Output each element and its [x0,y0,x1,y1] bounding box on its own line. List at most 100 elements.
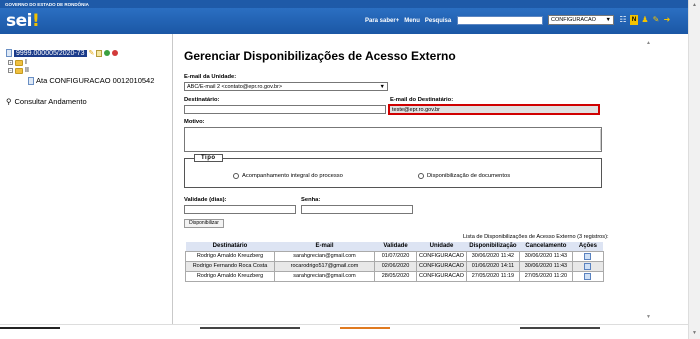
radio-disponibilizacao[interactable]: Disponibilização de documentos [418,173,510,179]
col-acoes: Ações [572,242,604,251]
senha-input[interactable] [301,205,413,214]
consult-label: Consultar Andamento [14,97,87,106]
col-unidade[interactable]: Unidade [416,242,467,251]
view-icon[interactable] [584,272,592,280]
disponibilizar-button[interactable]: Disponibilizar [184,219,224,228]
cell-destinatario: Rodrigo Fernando Roca Costa [185,260,275,272]
scroll-down-icon[interactable]: ▼ [646,314,651,320]
col-cancelamento[interactable]: Cancelamento [519,242,573,251]
email-unit-value: ABC/E-mail 2 <contato@epr.ro.gov.br> [187,84,283,90]
dest-email-field[interactable]: teste@epr.ro.gov.br [388,104,600,115]
motivo-textarea[interactable]: ▲▼ [184,127,602,152]
bottom-strip [0,324,688,339]
table-caption: Lista de Disponibilizações de Acesso Ext… [463,234,609,240]
search-input[interactable] [457,16,543,25]
folder-icon [15,67,23,74]
magnifier-icon: ⚲ [6,97,12,106]
col-validade[interactable]: Validade [374,242,417,251]
unit-select[interactable]: CONFIGURACAO ▼ [548,15,614,25]
cell-cancelamento: 30/06/2020 11:43 [518,260,573,272]
table-header-row: Destinatário E-mail Validade Unidade Dis… [185,242,604,251]
add-icon[interactable] [104,50,111,56]
email-unit-select[interactable]: ABC/E-mail 2 <contato@epr.ro.gov.br> ▼ [184,82,388,91]
scroll-down-icon[interactable]: ▼ [692,330,697,336]
document-label[interactable]: Ata CONFIGURACAO 0012010542 [36,76,154,85]
radio-circle-icon[interactable] [418,173,424,179]
radio-label: Acompanhamento integral do processo [242,173,343,179]
validade-input[interactable] [184,205,296,214]
senha-label: Senha: [301,197,321,203]
divider [340,327,390,329]
col-destinatario[interactable]: Destinatário [185,242,275,251]
note-icon[interactable] [96,49,103,57]
folder-label: I [25,59,27,66]
motivo-label: Motivo: [184,119,205,125]
radio-circle-icon[interactable] [233,173,239,179]
tools-icon[interactable]: ✎ [652,15,660,25]
nav-menu[interactable]: Menu [404,18,420,24]
page-title: Gerenciar Disponibilizações de Acesso Ex… [184,49,456,63]
cell-validade: 01/07/2020 [374,250,417,262]
process-number[interactable]: 9999.000005/2020-73 [14,49,87,57]
cell-email: sarahgrecian@gmail.com [274,270,375,282]
process-tree: 9999.000005/2020-73 ✎ + I − II Ata CONFI… [0,34,173,324]
top-bar: sei! Para saber+ Menu Pesquisa CONFIGURA… [0,8,688,34]
consult-andamento-link[interactable]: ⚲ Consultar Andamento [6,97,87,106]
unit-select-value: CONFIGURACAO [551,17,596,23]
notes-icon[interactable]: N [630,15,638,25]
exit-icon[interactable]: ➜ [663,15,671,25]
table-row: Rodrigo Fernando Roca Costa rocarodrigo5… [185,260,604,272]
pencil-icon[interactable]: ✎ [89,49,95,57]
cell-unidade: CONFIGURACAO [416,250,467,262]
radio-label: Disponibilização de documentos [427,173,511,179]
view-icon[interactable] [584,262,592,270]
dest-email-label: E-mail do Destinatário: [390,97,454,103]
col-disponibilizacao[interactable]: Disponibilização [466,242,520,251]
tree-folder-ii[interactable]: − II [8,67,29,74]
folder-label: II [25,67,29,74]
main-scrollbar[interactable]: ▲ ▼ [645,40,653,322]
cell-acoes [571,250,604,262]
view-icon[interactable] [584,252,592,260]
page-scrollbar[interactable]: ▲ ▼ [688,0,700,339]
scroll-up-icon[interactable]: ▲ [646,40,651,46]
collapse-icon[interactable]: − [8,68,13,73]
access-table: Destinatário E-mail Validade Unidade Dis… [185,242,604,282]
cell-disponibilizacao: 30/06/2020 11:42 [465,250,520,262]
cell-disponibilizacao: 27/05/2020 11:19 [465,270,520,282]
process-icon [6,49,12,57]
nav-pesquisa[interactable]: Pesquisa [425,18,451,24]
cell-cancelamento: 30/06/2020 11:43 [518,250,573,262]
cell-unidade: CONFIGURACAO [416,270,467,282]
grid-icon[interactable]: ☷ [619,15,627,25]
scroll-up-icon[interactable]: ▲ [692,2,697,8]
chevron-down-icon: ▼ [379,84,385,90]
cell-acoes [571,270,604,282]
divider [0,327,60,329]
email-unit-label: E-mail da Unidade: [184,74,237,80]
nav-para-saber[interactable]: Para saber+ [365,18,399,24]
cell-unidade: CONFIGURACAO [416,260,467,272]
cell-acoes [571,260,604,272]
col-email[interactable]: E-mail [274,242,375,251]
top-nav: Para saber+ Menu Pesquisa [365,18,451,24]
tree-folder-i[interactable]: + I [8,59,27,66]
textarea-scrollbar[interactable]: ▲▼ [600,129,601,150]
dest-label: Destinatário: [184,97,220,103]
top-icons: ☷ N ♟ ✎ ➜ [619,15,671,25]
tree-process-row[interactable]: 9999.000005/2020-73 ✎ [6,49,119,57]
sei-logo[interactable]: sei! [6,11,40,31]
folder-icon [15,59,23,66]
app-window: GOVERNO DO ESTADO DE RONDÔNIA sei! Para … [0,0,700,339]
cell-validade: 28/05/2020 [374,270,417,282]
radio-acompanhamento[interactable]: Acompanhamento integral do processo [233,173,343,179]
expand-icon[interactable]: + [8,60,13,65]
remove-icon[interactable] [112,50,119,56]
tipo-fieldset: Tipo Acompanhamento integral do processo… [184,154,602,188]
table-row: Rodrigo Arnaldo Kreuzberg sarahgrecian@g… [185,250,604,262]
divider [520,327,600,329]
document-icon [28,76,34,85]
dest-input[interactable] [184,105,386,114]
tree-document[interactable]: Ata CONFIGURACAO 0012010542 [28,76,154,85]
user-icon[interactable]: ♟ [641,15,649,25]
